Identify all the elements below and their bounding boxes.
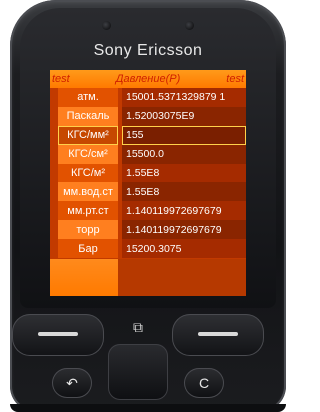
unit-value-input[interactable]: 155: [122, 125, 246, 145]
unit-value: 1.55E8: [122, 182, 246, 202]
clear-button[interactable]: C: [184, 368, 224, 398]
table-row[interactable]: атм. 15001.5371329879 1: [50, 88, 246, 107]
table-row-selected[interactable]: КГС/мм² 155: [50, 125, 246, 145]
screen-title: Давление(P): [115, 73, 181, 85]
unit-label: мм.вод.ст: [58, 182, 118, 202]
earpiece: [102, 18, 194, 32]
unit-label: КГС/см²: [58, 144, 118, 164]
table-row[interactable]: КГС/м² 1.55E8: [50, 163, 246, 183]
unit-label: Бар: [58, 239, 118, 259]
left-softkey-mark: [38, 332, 78, 336]
unit-label: мм.рт.ст: [58, 201, 118, 221]
unit-value: 1.140119972697679: [122, 201, 246, 221]
unit-value: 15001.5371329879 1: [122, 88, 246, 107]
table-row[interactable]: мм.рт.ст 1.140119972697679: [50, 201, 246, 221]
title-left-label: test: [52, 73, 70, 85]
navigation-key[interactable]: [108, 344, 168, 400]
camera-icon: [102, 20, 111, 30]
screen-bottom-area: [50, 259, 246, 296]
unit-label: атм.: [58, 88, 118, 107]
sensor-icon: [185, 20, 194, 30]
unit-value: 1.52003075E9: [122, 106, 246, 126]
table-row[interactable]: торр 1.140119972697679: [50, 220, 246, 240]
unit-label: Паскаль: [58, 106, 118, 126]
phone-bottom-edge: [10, 404, 286, 412]
right-softkey-mark: [198, 332, 238, 336]
unit-value: 15500.0: [122, 144, 246, 164]
unit-value: 1.55E8: [122, 163, 246, 183]
table-row[interactable]: мм.вод.ст 1.55E8: [50, 182, 246, 202]
app-screen: test Давление(P) test атм. 15001.5371329…: [50, 70, 246, 296]
back-button[interactable]: ↶: [52, 368, 92, 398]
left-softkey[interactable]: [12, 314, 104, 356]
unit-value: 1.140119972697679: [122, 220, 246, 240]
screen-bottom-band: [118, 259, 246, 296]
menu-key-icon[interactable]: ⧉: [128, 318, 148, 338]
unit-label: КГС/мм²: [58, 125, 118, 145]
table-row[interactable]: Бар 15200.3075: [50, 239, 246, 259]
title-right-label: test: [226, 73, 244, 85]
unit-label: КГС/м²: [58, 163, 118, 183]
right-softkey[interactable]: [172, 314, 264, 356]
title-bar: test Давление(P) test: [50, 70, 246, 88]
table-row[interactable]: Паскаль 1.52003075E9: [50, 106, 246, 126]
unit-label: торр: [58, 220, 118, 240]
table-row[interactable]: КГС/см² 15500.0: [50, 144, 246, 164]
brand-logo: Sony Ericsson: [93, 42, 203, 59]
unit-value: 15200.3075: [122, 239, 246, 259]
